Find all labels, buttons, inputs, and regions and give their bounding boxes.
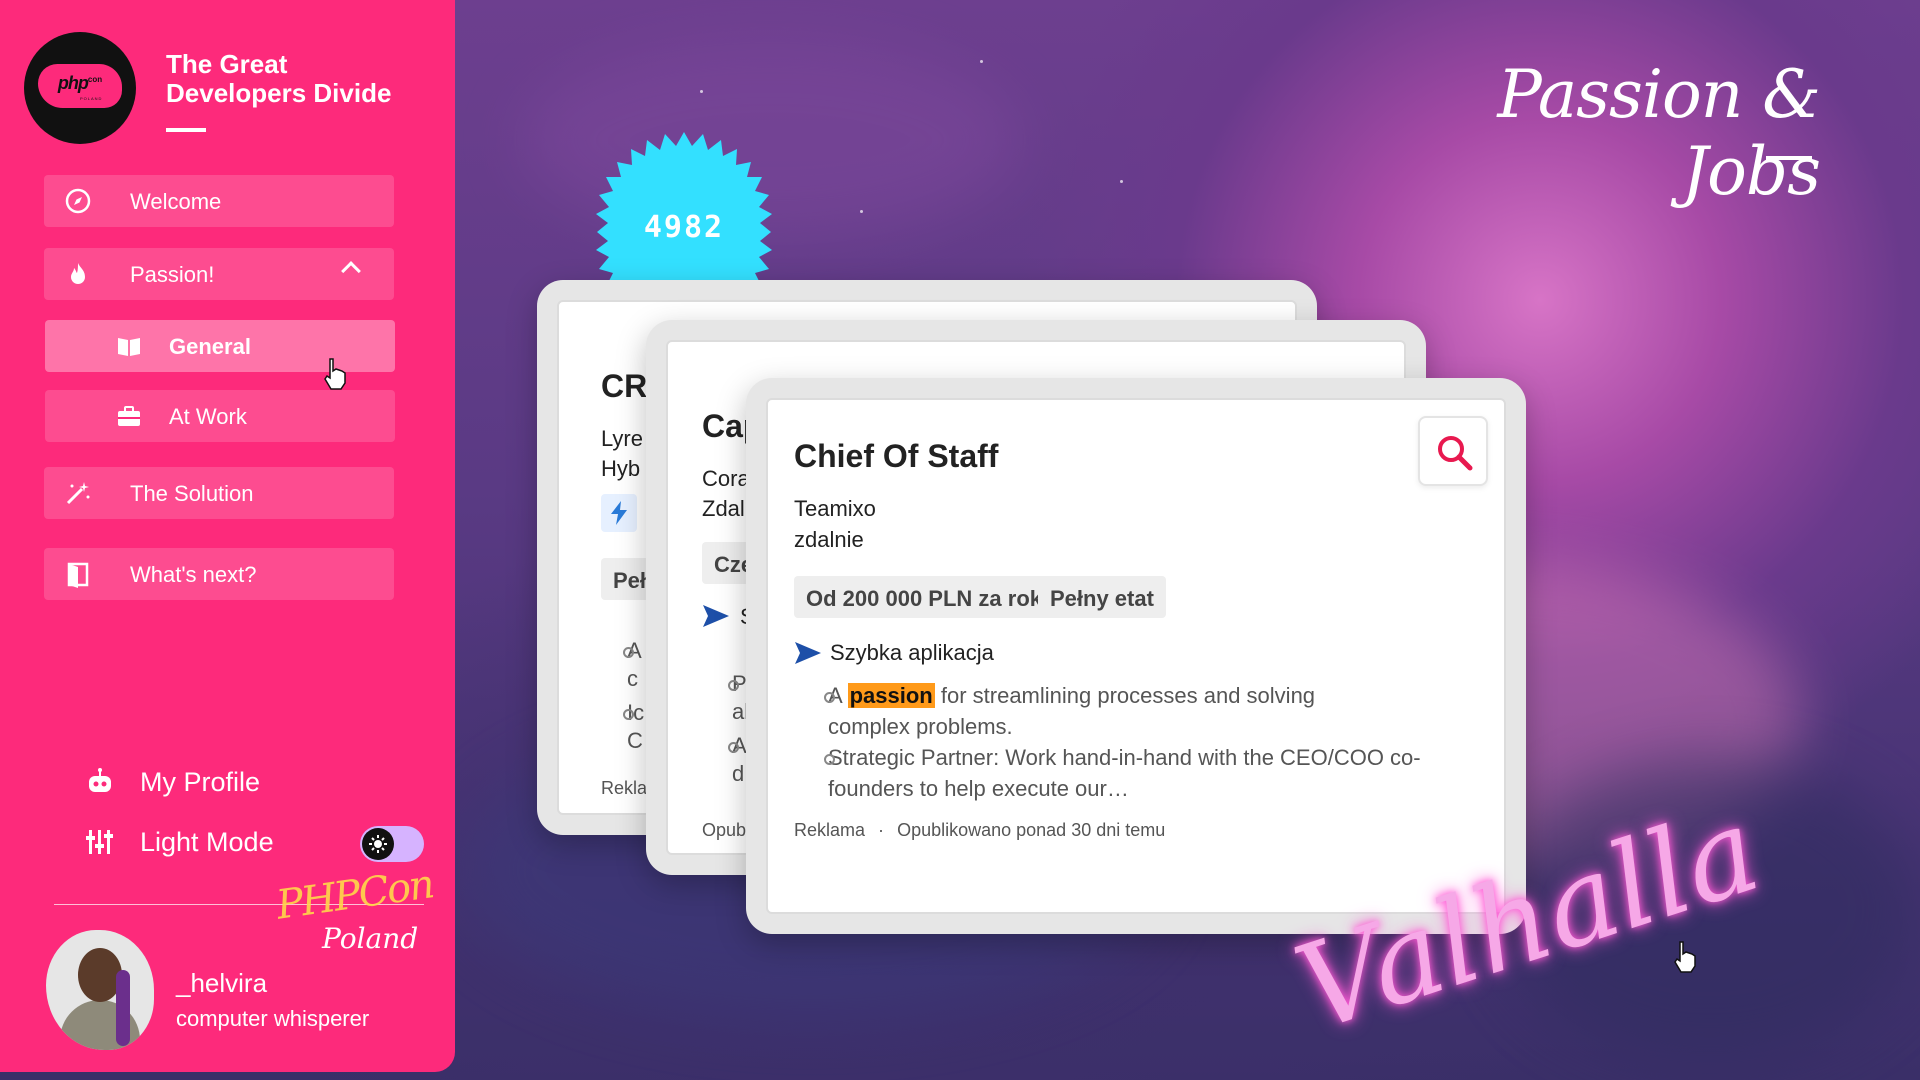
highlighted-keyword: passion <box>847 683 935 708</box>
my-profile-link[interactable]: My Profile <box>84 766 260 798</box>
door-icon <box>67 562 89 588</box>
job-title: CR <box>601 368 648 404</box>
company-name: Teamixo <box>794 496 876 521</box>
nav-passion[interactable]: Passion! <box>44 248 394 300</box>
job-title: Chief Of Staff <box>794 438 999 474</box>
description-bullet: A passion for streamlining processes and… <box>824 680 1388 742</box>
sun-icon <box>369 835 387 853</box>
lightning-icon <box>611 501 627 525</box>
magic-wand-icon <box>66 482 90 505</box>
user-role: computer whisperer <box>176 1006 370 1031</box>
sidebar: phpcon POLAND The Great Developers Divid… <box>0 0 455 1072</box>
sliders-icon <box>86 830 113 854</box>
nav-welcome[interactable]: Welcome <box>44 175 394 227</box>
send-arrow-icon <box>703 605 729 627</box>
hand-cursor-icon <box>324 358 346 390</box>
toolbox-icon <box>118 406 140 426</box>
nav-whats-next[interactable]: What's next? <box>44 548 394 600</box>
light-mode-label: Light Mode <box>84 826 274 858</box>
send-arrow-icon <box>795 642 821 664</box>
search-icon <box>1438 436 1473 471</box>
search-button[interactable] <box>1418 416 1488 486</box>
employment-type-chip: Pełny etat <box>1038 576 1166 618</box>
book-open-icon <box>118 338 140 356</box>
nav-at-work[interactable]: At Work <box>45 390 395 442</box>
description-bullet: Strategic Partner: Work hand-in-hand wit… <box>824 742 1468 804</box>
app-title: The Great Developers Divide <box>166 49 392 108</box>
lightning-badge <box>601 494 637 532</box>
light-mode-toggle[interactable] <box>360 826 424 862</box>
job-card-front[interactable]: Chief Of Staff Teamixo zdalnie Od 200 00… <box>746 378 1526 934</box>
page-title: Passion & Jobs <box>1497 56 1821 210</box>
quick-apply-label[interactable]: Szybka aplikacja <box>830 640 994 666</box>
user-name: _helvira <box>176 968 268 998</box>
phpcon-logo: phpcon POLAND <box>24 32 136 144</box>
compass-icon <box>65 188 91 214</box>
salary-chip: Od 200 000 PLN za rok <box>794 576 1054 618</box>
nav-the-solution[interactable]: The Solution <box>44 467 394 519</box>
chevron-up-icon <box>341 261 361 281</box>
work-mode: zdalnie <box>794 527 864 552</box>
card-footer: Reklama · Opublikowano ponad 30 dni temu <box>794 820 1166 840</box>
title-underline <box>166 128 206 132</box>
robot-icon <box>89 768 111 792</box>
poland-script-logo: Poland <box>322 922 419 955</box>
title-underline-right <box>1766 156 1812 160</box>
flame-icon <box>71 263 85 284</box>
phpcon-script-logo: PHPCon <box>273 861 436 929</box>
hand-cursor-icon <box>1674 941 1696 973</box>
avatar <box>46 930 154 1050</box>
